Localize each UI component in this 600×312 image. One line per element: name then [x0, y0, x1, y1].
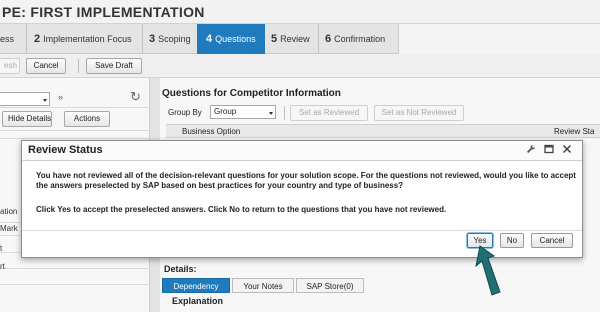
step-divider: [142, 24, 143, 54]
step-divider: [26, 24, 27, 54]
group-by-select[interactable]: Group: [210, 105, 276, 119]
dialog-title: Review Status: [28, 144, 103, 156]
row-divider: [0, 268, 150, 269]
explanation-label: Explanation: [172, 296, 224, 306]
set-not-reviewed-button[interactable]: Set as Not Reviewed: [374, 105, 464, 121]
tab-sap-store[interactable]: SAP Store(0): [296, 278, 364, 293]
wrench-icon[interactable]: [524, 144, 538, 158]
window-title-bar: PE: FIRST IMPLEMENTATION: [0, 0, 600, 24]
group-by-label: Group By: [168, 108, 202, 117]
roadmap-bar: ess 2 Implementation Focus 3 Scoping 4 Ques…: [0, 24, 600, 54]
dialog-header: Review Status: [22, 141, 582, 161]
save-draft-button[interactable]: Save Draft: [86, 58, 142, 74]
list-item[interactable]: t: [0, 244, 2, 253]
close-icon[interactable]: [560, 144, 574, 158]
step-divider: [318, 24, 319, 54]
column-header-review-status[interactable]: Review Sta: [554, 127, 594, 136]
column-header-business-option[interactable]: Business Option: [182, 127, 240, 136]
annotation-arrow-icon: [475, 245, 501, 296]
tab-dependency[interactable]: Dependency: [162, 278, 230, 293]
roadmap-step-6[interactable]: 6 Confirmation: [325, 24, 397, 54]
toolbar-separator: [284, 106, 285, 120]
actions-button[interactable]: Actions: [64, 111, 110, 127]
roadmap-step-2[interactable]: 2 Implementation Focus: [34, 24, 146, 54]
details-tabs: Dependency Your Notes SAP Store(0): [160, 278, 600, 293]
dialog-message: You have not reviewed all of the decisio…: [36, 171, 576, 190]
page-title: PE: FIRST IMPLEMENTATION: [2, 4, 205, 20]
cancel-dialog-button[interactable]: Cancel: [531, 233, 573, 248]
chevron-down-icon: [269, 112, 273, 115]
row-divider: [0, 284, 150, 285]
scope-select[interactable]: [0, 92, 50, 106]
table-header: Business Option Review Sta: [166, 124, 600, 138]
maximize-icon[interactable]: [542, 144, 556, 158]
refresh-icon[interactable]: ↻: [130, 90, 144, 104]
main-toolbar: esh Cancel Save Draft: [0, 54, 600, 78]
set-reviewed-button[interactable]: Set as Reviewed: [290, 105, 368, 121]
row-divider: [0, 130, 150, 131]
tab-your-notes[interactable]: Your Notes: [232, 278, 294, 293]
list-item[interactable]: Mark: [0, 224, 18, 233]
list-item[interactable]: ation: [0, 207, 17, 216]
details-label: Details:: [164, 264, 197, 274]
roadmap-step-1[interactable]: ess: [0, 24, 26, 54]
list-item[interactable]: rt: [0, 262, 5, 271]
section-title: Questions for Competitor Information: [162, 88, 341, 99]
roadmap-step-5[interactable]: 5 Review: [271, 24, 319, 54]
row-divider: [0, 138, 150, 139]
row-divider: [0, 107, 150, 108]
nav-forward-icon[interactable]: »: [58, 92, 63, 102]
chevron-down-icon: [43, 99, 47, 102]
review-status-dialog: Review Status You have not reviewed all …: [21, 140, 583, 258]
refresh-button[interactable]: esh: [0, 58, 20, 74]
roadmap-step-4[interactable]: 4 Questions: [197, 24, 265, 54]
hide-details-button[interactable]: Hide Details: [2, 111, 52, 127]
dialog-instruction: Click Yes to accept the preselected answ…: [36, 205, 447, 214]
dialog-body: You have not reviewed all of the decisio…: [22, 161, 582, 231]
toolbar-separator: [78, 59, 79, 73]
roadmap-end: [398, 24, 600, 54]
roadmap-step-3[interactable]: 3 Scoping: [149, 24, 197, 54]
cancel-button[interactable]: Cancel: [26, 58, 66, 74]
